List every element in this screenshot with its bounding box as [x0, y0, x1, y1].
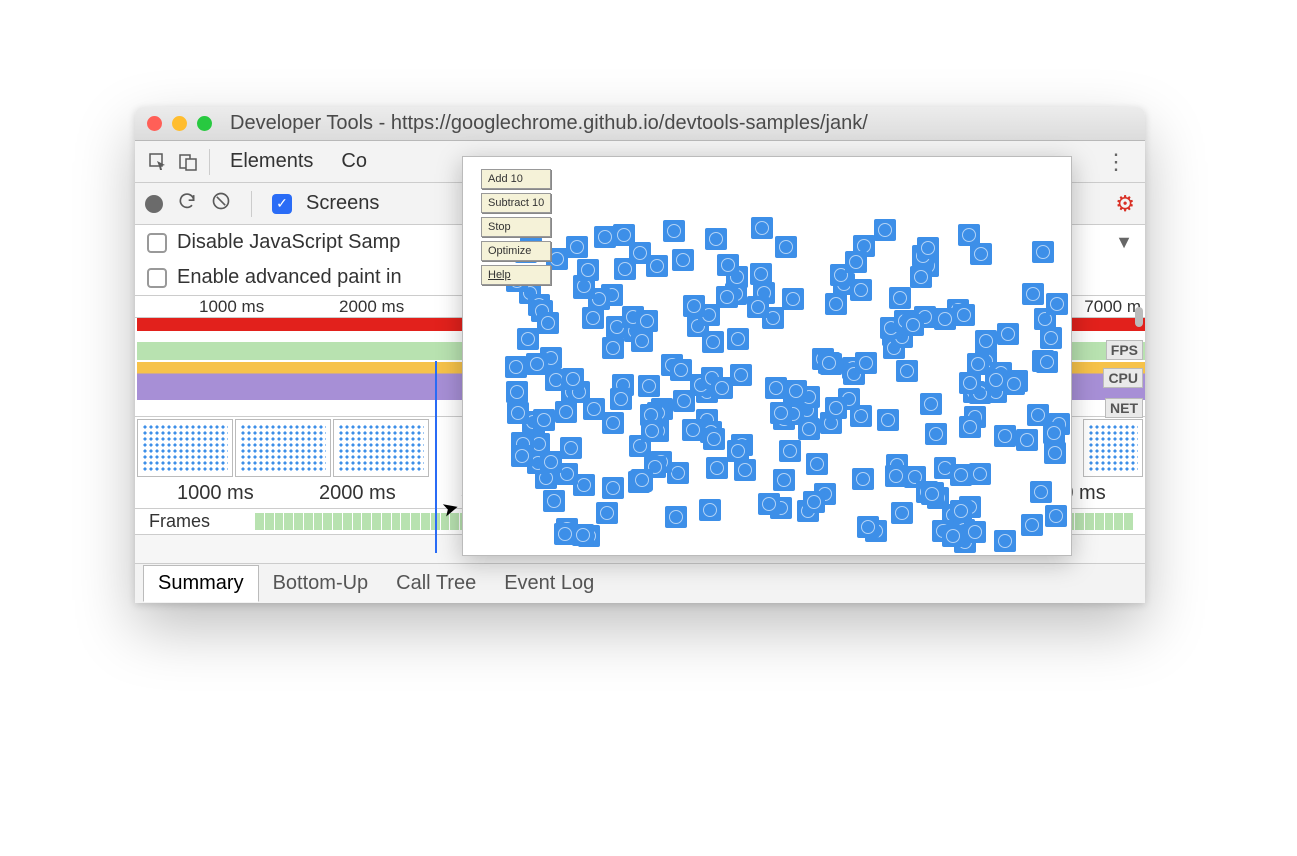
jank-demo-squares: [463, 157, 1071, 555]
lane-label-fps: FPS: [1106, 340, 1143, 360]
device-toggle-icon[interactable]: [173, 147, 203, 177]
tab-elements[interactable]: Elements: [216, 150, 327, 173]
screenshot-thumb[interactable]: [137, 419, 233, 477]
demo-btn-help: Help: [481, 265, 551, 285]
lane-label-net: NET: [1105, 398, 1143, 418]
demo-btn-add: Add 10: [481, 169, 551, 189]
window-controls: [147, 116, 212, 131]
tab-console-truncated[interactable]: Co: [327, 150, 381, 173]
settings-gear-icon[interactable]: ⚙: [1115, 191, 1135, 217]
demo-buttons: Add 10 Subtract 10 Stop Optimize Help: [481, 169, 551, 285]
option-label: Disable JavaScript Samp: [177, 231, 400, 254]
collapse-icon[interactable]: ▼: [1115, 232, 1133, 253]
demo-btn-stop: Stop: [481, 217, 551, 237]
screenshot-thumb[interactable]: [235, 419, 331, 477]
devtools-window: Developer Tools - https://googlechrome.g…: [135, 107, 1145, 603]
scrollbar-thumb[interactable]: [1135, 307, 1143, 327]
titlebar: Developer Tools - https://googlechrome.g…: [135, 107, 1145, 141]
clear-button[interactable]: [211, 191, 231, 216]
checkbox-icon[interactable]: [147, 268, 167, 288]
tab-event-log[interactable]: Event Log: [490, 566, 608, 601]
tab-bottom-up[interactable]: Bottom-Up: [259, 566, 383, 601]
close-icon[interactable]: [147, 116, 162, 131]
minimize-icon[interactable]: [172, 116, 187, 131]
demo-btn-subtract: Subtract 10: [481, 193, 551, 213]
screenshot-thumb[interactable]: [333, 419, 429, 477]
option-label: Enable advanced paint in: [177, 266, 402, 289]
maximize-icon[interactable]: [197, 116, 212, 131]
playhead-marker[interactable]: [435, 361, 437, 553]
screenshots-checkbox[interactable]: ✓: [272, 194, 292, 214]
details-tabs: Summary Bottom-Up Call Tree Event Log: [135, 563, 1145, 603]
demo-btn-optimize: Optimize: [481, 241, 551, 261]
tab-summary[interactable]: Summary: [143, 565, 259, 602]
frames-label: Frames: [149, 511, 210, 532]
reload-button[interactable]: [177, 191, 197, 216]
window-title: Developer Tools - https://googlechrome.g…: [230, 112, 868, 135]
inspect-icon[interactable]: [143, 147, 173, 177]
more-icon[interactable]: ⋮: [1095, 149, 1137, 175]
tab-call-tree[interactable]: Call Tree: [382, 566, 490, 601]
checkbox-icon[interactable]: [147, 233, 167, 253]
record-button[interactable]: [145, 195, 163, 213]
lane-label-cpu: CPU: [1103, 368, 1143, 388]
screenshot-thumb[interactable]: [1083, 419, 1143, 477]
screenshots-label: Screens: [306, 192, 379, 215]
screenshot-preview-popover: Add 10 Subtract 10 Stop Optimize Help: [462, 156, 1072, 556]
